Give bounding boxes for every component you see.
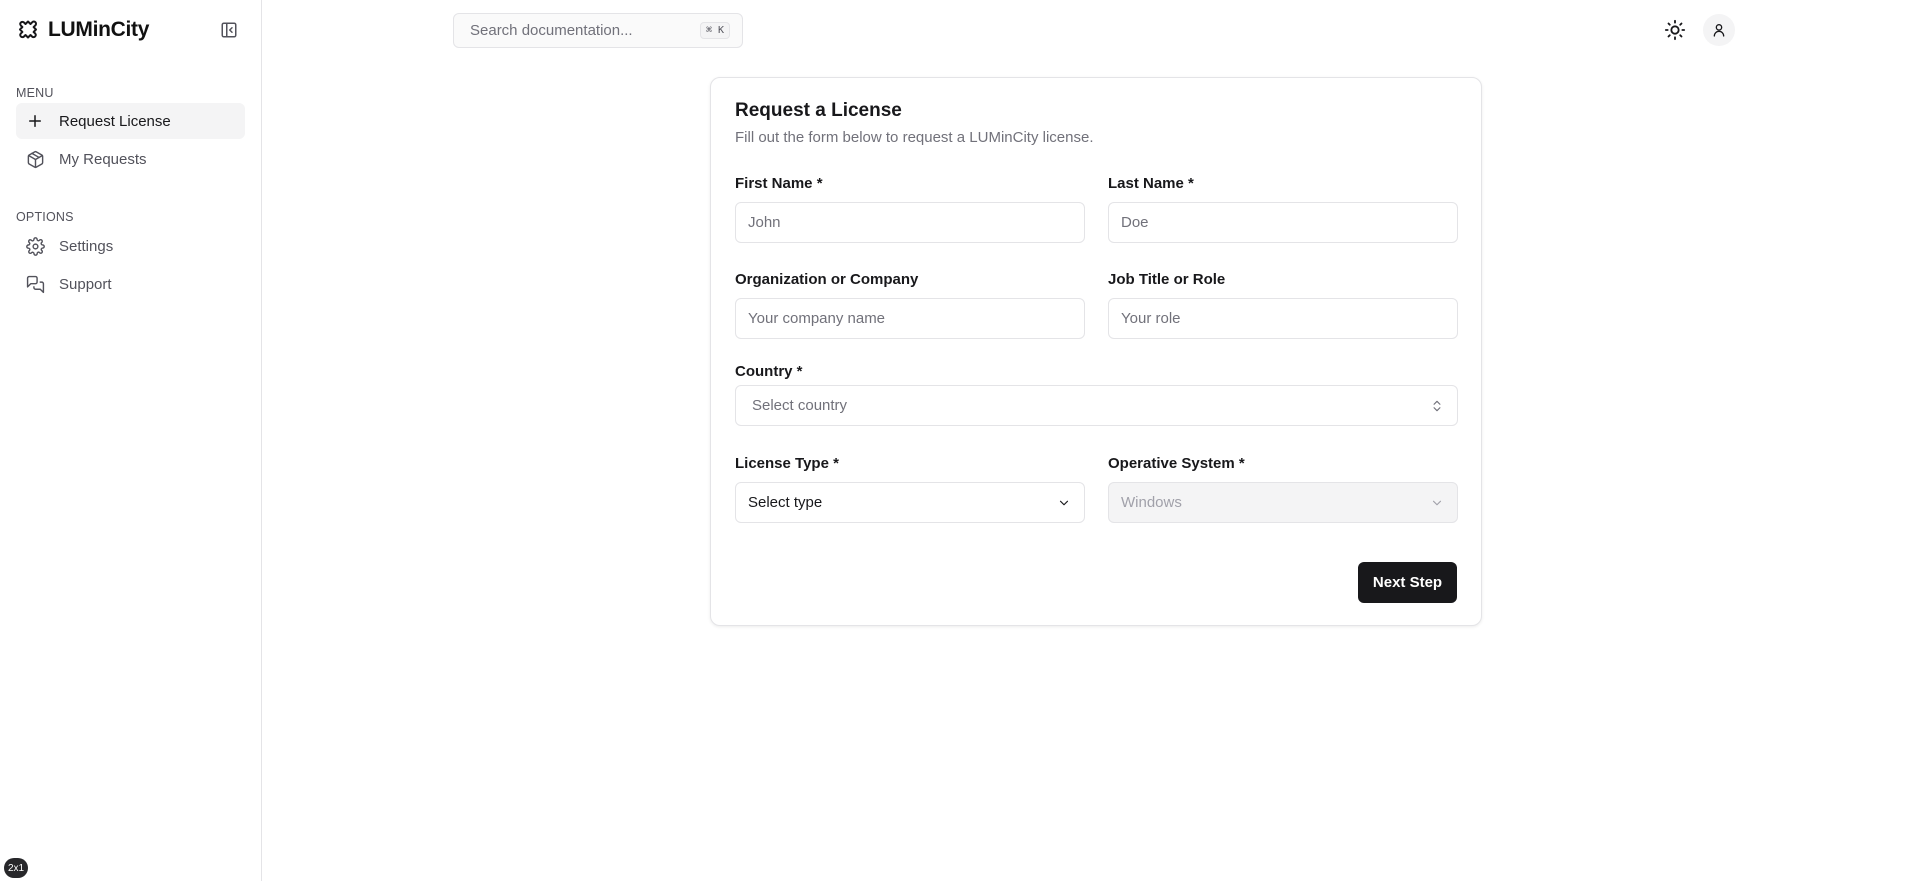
first-name-label: First Name * (735, 175, 823, 192)
search-documentation-box[interactable]: Search documentation... ⌘ K (453, 13, 743, 48)
sidebar-item-label: Request License (59, 112, 171, 130)
plus-icon (25, 111, 45, 131)
brand-name: LUMinCity (48, 18, 150, 41)
sidebar-item-label: Settings (59, 237, 114, 255)
sidebar-item-support[interactable]: Support (16, 266, 245, 302)
app-root: LUMinCity MENU Request License My Reques… (0, 0, 1920, 881)
chevrons-up-down-icon (1429, 398, 1445, 414)
country-select[interactable]: Select country (735, 385, 1458, 426)
organization-label: Organization or Company (735, 271, 919, 288)
chevron-down-icon (1056, 495, 1072, 511)
search-shortcut-hint: ⌘ K (699, 22, 730, 39)
operative-system-label: Operative System * (1108, 455, 1245, 472)
operative-system-select[interactable]: Windows (1108, 482, 1458, 523)
license-type-label: License Type * (735, 455, 839, 472)
chat-bubbles-icon (25, 274, 45, 294)
sidebar-item-label: Support (59, 275, 112, 293)
country-label: Country * (735, 363, 803, 380)
menu-section-label: MENU (16, 86, 54, 100)
promo-badge[interactable]: 2x1 (4, 858, 28, 878)
license-type-select-value: Select type (748, 494, 823, 511)
puzzle-logo-icon (16, 18, 40, 42)
package-icon (25, 149, 45, 169)
user-menu-button[interactable] (1703, 14, 1735, 46)
organization-input[interactable] (735, 298, 1085, 339)
operative-system-select-value: Windows (1121, 494, 1182, 511)
last-name-input[interactable] (1108, 202, 1458, 243)
options-section-label: OPTIONS (16, 210, 74, 224)
theme-toggle-button[interactable] (1659, 14, 1691, 46)
chevron-down-icon (1429, 495, 1445, 511)
next-step-button[interactable]: Next Step (1358, 562, 1457, 603)
sidebar: LUMinCity MENU Request License My Reques… (0, 0, 262, 881)
country-select-value: Select country (752, 397, 848, 414)
collapse-sidebar-button[interactable] (218, 19, 240, 41)
sidebar-item-my-requests[interactable]: My Requests (16, 141, 245, 177)
license-type-select[interactable]: Select type (735, 482, 1085, 523)
job-title-input[interactable] (1108, 298, 1458, 339)
brand[interactable]: LUMinCity (16, 18, 149, 42)
form-title: Request a License (735, 100, 902, 121)
sun-icon (1664, 19, 1686, 41)
first-name-input[interactable] (735, 202, 1085, 243)
last-name-label: Last Name * (1108, 175, 1194, 192)
job-title-label: Job Title or Role (1108, 271, 1226, 288)
user-icon (1711, 22, 1727, 38)
sidebar-item-settings[interactable]: Settings (16, 228, 245, 264)
sidebar-item-label: My Requests (59, 150, 147, 168)
request-license-card: Request a License Fill out the form belo… (710, 77, 1482, 626)
main-content: Search documentation... ⌘ K Request a Li… (262, 0, 1920, 881)
search-placeholder: Search documentation... (470, 22, 633, 39)
sidebar-item-request-license[interactable]: Request License (16, 103, 245, 139)
panel-left-icon (220, 21, 238, 39)
form-subtitle: Fill out the form below to request a LUM… (735, 129, 1094, 146)
gear-icon (25, 236, 45, 256)
